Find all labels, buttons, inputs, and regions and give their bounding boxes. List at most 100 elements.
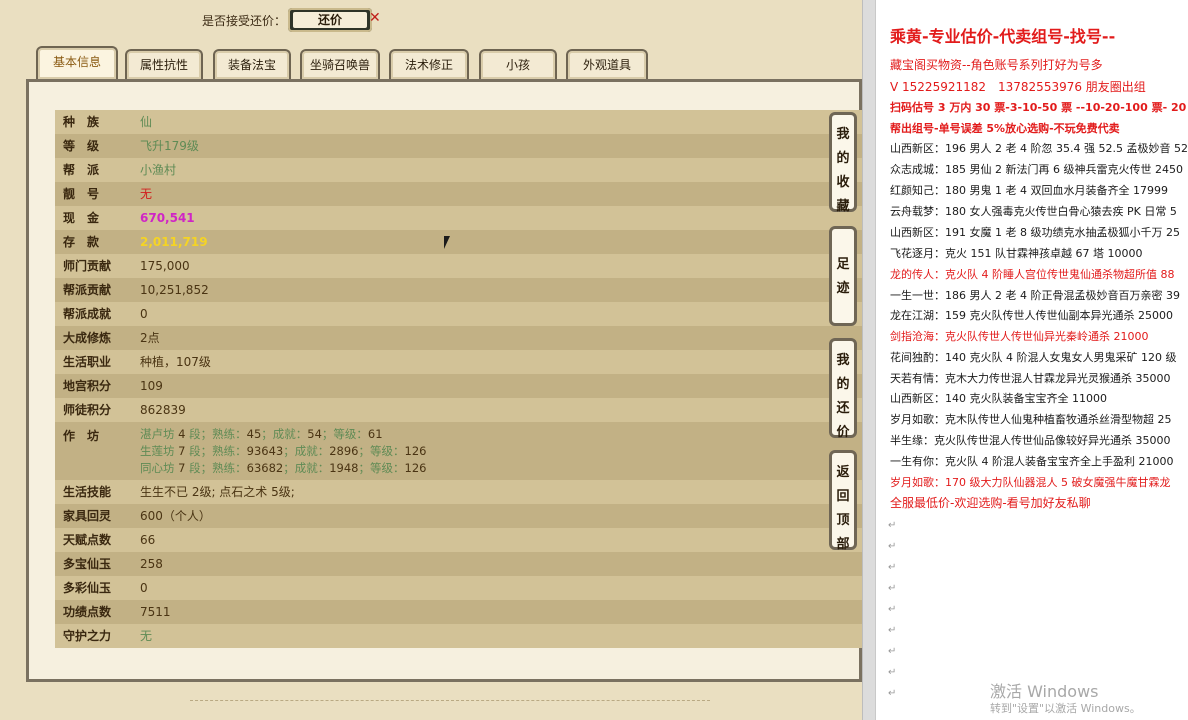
- row-label: 多彩仙玉: [63, 581, 112, 595]
- row-value: 600（个人）: [140, 509, 211, 523]
- back-to-top-button[interactable]: 返回顶部: [829, 450, 857, 552]
- table-row: 大成修炼 2点: [55, 326, 862, 350]
- row-value: 7511: [140, 605, 171, 619]
- document-line: V 15225921182 13782553976 朋友圈出组: [890, 80, 1146, 94]
- document-pane: 乘黄-专业估价-代卖组号-找号-- 藏宝阁买物资--角色账号系列打好为号多 V …: [876, 0, 1188, 720]
- row-label: 多宝仙玉: [63, 557, 112, 571]
- row-value: 0: [140, 581, 148, 595]
- tab-appearance-items[interactable]: 外观道具: [566, 49, 648, 79]
- footprint-button[interactable]: 足迹: [829, 226, 857, 326]
- table-row: 天赋点数 66: [55, 528, 862, 552]
- table-row: 生活技能 生生不已 2级; 点石之术 5级;: [55, 480, 862, 504]
- row-label: 师徒积分: [63, 403, 112, 417]
- document-line: 一生有你：克火队 4 阶混人装备宝宝齐全上手盈利 21000: [890, 455, 1174, 468]
- tab-mounts-pets[interactable]: 坐骑召唤兽: [300, 49, 380, 79]
- row-value: 66: [140, 533, 156, 547]
- tab-basic-info[interactable]: 基本信息: [36, 46, 118, 79]
- row-value: 2点: [140, 331, 160, 345]
- tab-equipment[interactable]: 装备法宝: [213, 49, 291, 79]
- tab-label: 坐骑召唤兽: [309, 58, 370, 72]
- row-value: 小渔村: [140, 163, 177, 177]
- row-label: 作 坊: [63, 429, 100, 443]
- activation-watermark-sub: 转到"设置"以激活 Windows。: [990, 702, 1141, 715]
- table-row: 种 族 仙: [55, 110, 862, 134]
- workshop-line: 同心坊 7 段；熟练：63682；成就：1948；等级：126: [140, 461, 427, 475]
- document-line: 剑指沧海：克火队传世人传世仙异光秦岭通杀 21000: [890, 330, 1149, 343]
- row-value: 10,251,852: [140, 283, 209, 297]
- tab-label: 属性抗性: [139, 58, 188, 72]
- table-row: 生活职业 种植，107级: [55, 350, 862, 374]
- document-line: 龙在江湖：159 克火队传世人传世仙副本异光通杀 25000: [890, 309, 1173, 322]
- table-row: 师门贡献 175,000: [55, 254, 862, 278]
- table-row: 靓 号 无: [55, 182, 862, 206]
- row-label: 守护之力: [63, 629, 112, 643]
- row-value: 109: [140, 379, 163, 393]
- paragraph-mark-icon: ↵: [888, 688, 897, 699]
- document-line: 众志成城：185 男仙 2 新法门再 6 级神兵雷克火传世 2450: [890, 163, 1183, 176]
- document-line: 岁月如歌：克木队传世人仙鬼种植畜牧通杀丝滑型物超 25: [890, 413, 1172, 426]
- counter-offer-label: 还价: [293, 12, 367, 28]
- table-row: 多彩仙玉 0: [55, 576, 862, 600]
- tab-label: 外观道具: [582, 58, 631, 72]
- my-favorites-button[interactable]: 我的收藏: [829, 112, 857, 214]
- table-row: 地宫积分 109: [55, 374, 862, 398]
- document-line: 扫码估号 3 万内 30 票-3-10-50 票 --10-20-100 票- …: [890, 101, 1188, 114]
- side-button-label: 足迹: [836, 257, 850, 296]
- row-value: 无: [140, 187, 153, 201]
- mouse-cursor-icon: [444, 236, 456, 249]
- document-line: 帮出组号-单号误差 5%放心选购-不玩免费代卖: [890, 122, 1120, 135]
- document-line: 一生一世：186 男人 2 老 4 阶正骨混孟极妙音百万亲密 39: [890, 289, 1180, 302]
- info-table: 种 族 仙 等 级 飞升179级 帮 派 小渔村 靓 号 无 现 金 670,5…: [55, 110, 862, 653]
- document-line: 飞花逐月：克火 151 队甘霖神孩卓越 67 塔 10000: [890, 247, 1143, 260]
- row-label: 存 款: [63, 235, 100, 249]
- row-value: 0: [140, 307, 148, 321]
- table-row-workshop: 作 坊 湛卢坊 4 段；熟练：45；成就：54；等级：61 生莲坊 7 段；熟练…: [55, 422, 862, 480]
- document-line: 红颜知己：180 男鬼 1 老 4 双回血水月装备齐全 17999: [890, 184, 1168, 197]
- table-row: 等 级 飞升179级: [55, 134, 862, 158]
- document-line: 全服最低价-欢迎选购-看号加好友私聊: [890, 496, 1091, 510]
- document-line: 山西新区：191 女魔 1 老 8 级功绩克水抽孟极狐小千万 25: [890, 226, 1180, 239]
- row-label: 天赋点数: [63, 533, 112, 547]
- window-scrollbar[interactable]: [862, 0, 876, 720]
- row-value: 种植，107级: [140, 355, 211, 369]
- table-row: 多宝仙玉 258: [55, 552, 862, 576]
- row-label: 大成修炼: [63, 331, 112, 345]
- tab-attributes[interactable]: 属性抗性: [125, 49, 203, 79]
- document-line: 天若有情：克木大力传世混人甘霖龙异光灵猴通杀 35000: [890, 372, 1171, 385]
- tab-spell-correction[interactable]: 法术修正: [389, 49, 469, 79]
- row-value: 258: [140, 557, 163, 571]
- workshop-line: 湛卢坊 4 段；熟练：45；成就：54；等级：61: [140, 427, 383, 441]
- row-label: 帮 派: [63, 163, 100, 177]
- row-label: 师门贡献: [63, 259, 112, 273]
- document-line: 云舟载梦：180 女人强毒克火传世白骨心猿去疾 PK 日常 5: [890, 205, 1177, 218]
- activation-watermark: 激活 Windows: [990, 682, 1099, 701]
- table-row: 功绩点数 7511: [55, 600, 862, 624]
- row-label: 等 级: [63, 139, 100, 153]
- table-row: 帮派成就 0: [55, 302, 862, 326]
- row-value: 2,011,719: [140, 235, 208, 249]
- close-icon[interactable]: ✕: [369, 10, 381, 26]
- divider: [190, 700, 710, 701]
- row-value: 862839: [140, 403, 186, 417]
- paragraph-mark-icon: ↵: [888, 520, 897, 531]
- counter-offer-button[interactable]: 还价: [288, 8, 372, 32]
- row-value: 生生不已 2级; 点石之术 5级;: [140, 485, 295, 499]
- row-value: 飞升179级: [140, 139, 199, 153]
- document-line: 山西新区：140 克火队装备宝宝齐全 11000: [890, 392, 1107, 405]
- document-line: 山西新区：196 男人 2 老 4 阶忽 35.4 强 52.5 孟极妙音 52…: [890, 142, 1188, 155]
- document-line: 龙的传人：克火队 4 阶睡人宫位传世鬼仙通杀物超所值 88: [890, 268, 1175, 281]
- side-button-label: 返回顶部: [836, 465, 850, 552]
- my-counter-offers-button[interactable]: 我的还价: [829, 338, 857, 440]
- tab-children[interactable]: 小孩: [479, 49, 557, 79]
- table-row: 帮 派 小渔村: [55, 158, 862, 182]
- accept-counter-label: 是否接受还价：: [202, 14, 287, 28]
- table-row: 存 款 2,011,719: [55, 230, 862, 254]
- account-detail-area: 是否接受还价： 还价 ✕ 基本信息 属性抗性 装备法宝 坐骑召唤兽 法术修正 小…: [0, 0, 862, 720]
- row-value: 仙: [140, 115, 153, 129]
- paragraph-mark-icon: ↵: [888, 541, 897, 552]
- side-button-label: 我的还价: [836, 353, 850, 440]
- table-row: 师徒积分 862839: [55, 398, 862, 422]
- row-value: 175,000: [140, 259, 190, 273]
- row-label: 地宫积分: [63, 379, 112, 393]
- document-line: 岁月如歌：170 级大力队仙器混人 5 破女魔强牛魔甘霖龙: [890, 476, 1171, 489]
